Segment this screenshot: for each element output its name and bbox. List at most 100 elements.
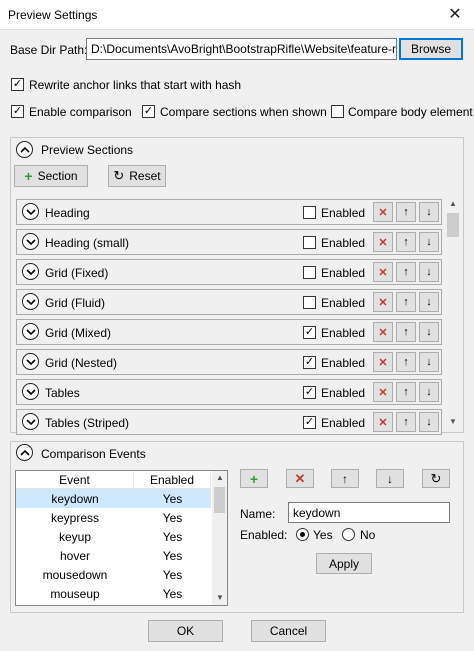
event-name-input[interactable]: keydown — [288, 502, 450, 523]
section-enabled-checkbox[interactable]: ✓ — [303, 416, 316, 429]
close-icon[interactable]: ✕ — [440, 3, 470, 27]
section-enabled-checkbox[interactable] — [303, 236, 316, 249]
section-row[interactable]: Grid (Fixed) Enabled ✕ ↑ ↓ — [16, 259, 442, 285]
collapse-events-toggle[interactable] — [16, 444, 33, 461]
delete-section-button[interactable]: ✕ — [373, 202, 393, 222]
ok-button[interactable]: OK — [148, 620, 223, 642]
move-section-down-button[interactable]: ↓ — [419, 232, 439, 252]
section-name: Grid (Mixed) — [45, 326, 112, 340]
section-row[interactable]: Grid (Nested) ✓ Enabled ✕ ↑ ↓ — [16, 349, 442, 375]
delete-section-button[interactable]: ✕ — [373, 232, 393, 252]
scroll-up-icon[interactable]: ▲ — [449, 199, 457, 208]
expand-section-toggle[interactable] — [22, 413, 39, 430]
event-row[interactable]: mouseup Yes — [16, 584, 211, 603]
move-event-down-button[interactable]: ↓ — [376, 469, 404, 488]
delete-event-button[interactable]: ✕ — [286, 469, 314, 488]
move-section-down-button[interactable]: ↓ — [419, 262, 439, 282]
rewrite-anchor-checkbox[interactable]: ✓ — [11, 78, 24, 91]
section-row[interactable]: Tables ✓ Enabled ✕ ↑ ↓ — [16, 379, 442, 405]
move-section-down-button[interactable]: ↓ — [419, 202, 439, 222]
delete-section-button[interactable]: ✕ — [373, 262, 393, 282]
expand-section-toggle[interactable] — [22, 353, 39, 370]
delete-section-button[interactable]: ✕ — [373, 322, 393, 342]
base-dir-input[interactable]: D:\Documents\AvoBright\BootstrapRifle\We… — [86, 38, 397, 60]
section-enabled-label: Enabled — [321, 326, 366, 340]
move-section-down-button[interactable]: ↓ — [419, 382, 439, 402]
browse-button[interactable]: Browse — [399, 38, 463, 60]
section-enabled-checkbox[interactable]: ✓ — [303, 356, 316, 369]
scroll-down-icon[interactable]: ▼ — [216, 593, 224, 602]
sections-scroll-thumb[interactable] — [447, 213, 459, 237]
cancel-button[interactable]: Cancel — [251, 620, 326, 642]
events-scroll-thumb[interactable] — [214, 487, 225, 513]
move-section-up-button[interactable]: ↑ — [396, 382, 416, 402]
delete-section-button[interactable]: ✕ — [373, 412, 393, 432]
move-section-up-button[interactable]: ↑ — [396, 202, 416, 222]
event-enabled-cell: Yes — [162, 568, 183, 582]
apply-button[interactable]: Apply — [316, 553, 372, 574]
event-row[interactable]: keypress Yes — [16, 508, 211, 527]
section-row[interactable]: Grid (Fluid) Enabled ✕ ↑ ↓ — [16, 289, 442, 315]
events-scrollbar[interactable]: ▲ ▼ — [212, 471, 227, 605]
move-section-up-button[interactable]: ↑ — [396, 322, 416, 342]
expand-section-toggle[interactable] — [22, 203, 39, 220]
delete-section-button[interactable]: ✕ — [373, 292, 393, 312]
compare-body-checkbox[interactable] — [331, 105, 344, 118]
event-row[interactable]: keyup Yes — [16, 527, 211, 546]
section-row[interactable]: Tables (Striped) ✓ Enabled ✕ ↑ ↓ — [16, 409, 442, 435]
move-section-up-button[interactable]: ↑ — [396, 262, 416, 282]
enabled-no-radio[interactable] — [342, 528, 355, 541]
section-enabled-checkbox[interactable] — [303, 206, 316, 219]
move-section-down-button[interactable]: ↓ — [419, 352, 439, 372]
move-section-down-button[interactable]: ↓ — [419, 412, 439, 432]
rewrite-anchor-label: Rewrite anchor links that start with has… — [29, 78, 242, 92]
section-enabled-checkbox[interactable] — [303, 296, 316, 309]
section-enabled-checkbox[interactable] — [303, 266, 316, 279]
move-section-up-button[interactable]: ↑ — [396, 352, 416, 372]
collapse-sections-toggle[interactable] — [16, 141, 33, 158]
expand-section-toggle[interactable] — [22, 323, 39, 340]
scroll-down-icon[interactable]: ▼ — [449, 417, 457, 426]
event-row[interactable]: mousedown Yes — [16, 565, 211, 584]
section-name: Grid (Fluid) — [45, 296, 106, 310]
arrow-up-icon: ↑ — [403, 236, 409, 248]
expand-section-toggle[interactable] — [22, 263, 39, 280]
events-list[interactable]: Event Enabled keydown Yes keypress Yes keyup… — [15, 470, 228, 606]
compare-sections-checkbox[interactable]: ✓ — [142, 105, 155, 118]
column-header-enabled[interactable]: Enabled — [134, 473, 211, 487]
add-section-button[interactable]: + Section — [14, 165, 88, 187]
move-section-down-button[interactable]: ↓ — [419, 292, 439, 312]
move-section-up-button[interactable]: ↑ — [396, 232, 416, 252]
expand-section-toggle[interactable] — [22, 233, 39, 250]
arrow-up-icon: ↑ — [403, 416, 409, 428]
add-event-button[interactable]: + — [240, 469, 268, 488]
move-event-up-button[interactable]: ↑ — [331, 469, 359, 488]
scroll-up-icon[interactable]: ▲ — [216, 473, 224, 482]
expand-section-toggle[interactable] — [22, 293, 39, 310]
section-enabled-checkbox[interactable]: ✓ — [303, 326, 316, 339]
delete-section-button[interactable]: ✕ — [373, 382, 393, 402]
event-row[interactable]: keydown Yes — [16, 489, 211, 508]
move-section-up-button[interactable]: ↑ — [396, 292, 416, 312]
delete-icon: ✕ — [378, 266, 388, 279]
section-name: Tables (Striped) — [45, 416, 130, 430]
enabled-yes-radio[interactable] — [296, 528, 309, 541]
section-row[interactable]: Heading Enabled ✕ ↑ ↓ — [16, 199, 442, 225]
enable-comparison-checkbox[interactable]: ✓ — [11, 105, 24, 118]
refresh-events-button[interactable]: ↻ — [422, 469, 450, 488]
sections-scrollbar[interactable]: ▲ ▼ — [446, 197, 460, 429]
section-row[interactable]: Grid (Mixed) ✓ Enabled ✕ ↑ ↓ — [16, 319, 442, 345]
move-section-up-button[interactable]: ↑ — [396, 412, 416, 432]
section-row[interactable]: Heading (small) Enabled ✕ ↑ ↓ — [16, 229, 442, 255]
section-enabled-label: Enabled — [321, 266, 366, 280]
section-enabled-label: Enabled — [321, 386, 366, 400]
chevron-down-icon — [26, 209, 36, 216]
reset-sections-button[interactable]: ↻ Reset — [108, 165, 166, 187]
chevron-up-icon — [20, 449, 30, 456]
move-section-down-button[interactable]: ↓ — [419, 322, 439, 342]
expand-section-toggle[interactable] — [22, 383, 39, 400]
section-enabled-checkbox[interactable]: ✓ — [303, 386, 316, 399]
event-row[interactable]: hover Yes — [16, 546, 211, 565]
column-header-event[interactable]: Event — [16, 473, 134, 487]
delete-section-button[interactable]: ✕ — [373, 352, 393, 372]
